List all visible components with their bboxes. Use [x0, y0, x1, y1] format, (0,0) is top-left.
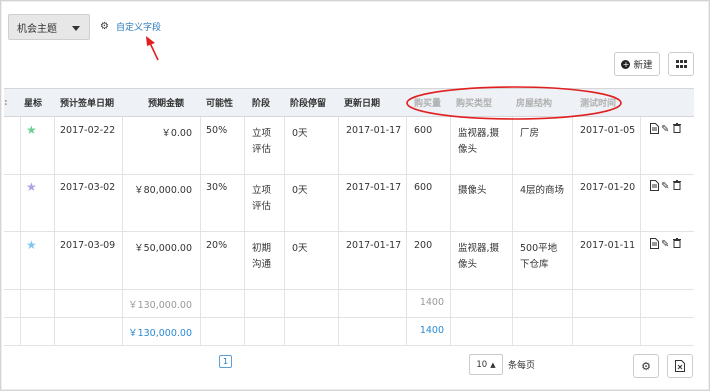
document-icon[interactable]: [650, 123, 659, 137]
purchase-qty-cell: 600: [414, 182, 433, 193]
amount-cell: ￥80,000.00: [134, 185, 192, 196]
export-button[interactable]: [667, 354, 693, 378]
purchase-type-cell-line1: 摄像头: [458, 185, 487, 196]
gear-icon: ⚙: [641, 359, 651, 373]
theme-dropdown-value: 机会主题: [17, 23, 57, 35]
probability-cell: 20%: [206, 240, 228, 251]
annotation-arrow-icon: [146, 36, 159, 61]
stage-cell-line2: 沟通: [252, 259, 272, 270]
amount-cell: ￥50,000.00: [134, 243, 192, 254]
amount-cell: ￥0.00: [161, 128, 192, 139]
per-page-label: 条每页: [508, 361, 536, 371]
updated-cell: 2017-01-17: [346, 125, 402, 136]
row-divider: [4, 231, 694, 232]
total-amount: ￥130,000.00: [128, 328, 192, 339]
header-probability[interactable]: 可能性: [206, 88, 242, 117]
purchase-type-cell-line1: 监视器,摄: [458, 243, 500, 254]
subtotal-amount: ￥130,000.00: [128, 300, 192, 311]
per-page-value: 10: [476, 359, 488, 370]
trash-icon[interactable]: [673, 238, 681, 251]
expected-date-cell: 2017-03-09: [60, 240, 116, 251]
stage-cell-line1: 初期: [252, 243, 272, 254]
purchase-type-cell-line2: 像头: [458, 144, 478, 155]
test-time-cell: 2017-01-20: [580, 182, 636, 193]
updated-cell: 2017-01-17: [346, 182, 402, 193]
trash-icon[interactable]: [673, 180, 681, 193]
opportunity-table: : 星标 预计签单日期 预期金额 可能性 阶段 阶段停留 更新日期 购买量 购买…: [4, 88, 694, 346]
purchase-qty-cell: 200: [414, 240, 433, 251]
document-icon[interactable]: [650, 180, 659, 194]
subtotal-purchase-qty: 1400: [419, 297, 444, 308]
building-cell-line1: 500平地: [520, 243, 558, 254]
probability-cell: 30%: [206, 182, 228, 193]
settings-button[interactable]: ⚙: [633, 354, 659, 378]
test-time-cell: 2017-01-11: [580, 240, 636, 251]
theme-dropdown[interactable]: 机会主题: [8, 14, 90, 40]
updated-cell: 2017-01-17: [346, 240, 402, 251]
edit-icon[interactable]: ✎: [661, 239, 669, 250]
columns-icon: [675, 60, 687, 68]
purchase-type-cell-line1: 监视器,摄: [458, 128, 500, 139]
plus-circle-icon: +: [621, 59, 631, 69]
purchase-type-cell-line2: 像头: [458, 259, 478, 270]
annotation-ellipse: [406, 86, 622, 120]
row-divider: [4, 174, 694, 175]
stage-stay-cell: 0天: [292, 185, 308, 196]
building-cell-line1: 4层的商场: [520, 185, 565, 196]
test-time-cell: 2017-01-05: [580, 125, 636, 136]
new-button[interactable]: + 新建: [614, 52, 660, 76]
header-expected-date[interactable]: 预计签单日期: [60, 88, 120, 117]
header-stage[interactable]: 阶段: [252, 88, 282, 117]
gear-icon: ⚙: [100, 21, 109, 32]
star-icon[interactable]: ★: [26, 238, 37, 252]
header-stage-stay[interactable]: 阶段停留: [290, 88, 340, 117]
per-page-select[interactable]: 10 ▲: [469, 354, 503, 375]
stage-cell-line2: 评估: [252, 201, 272, 212]
trash-icon[interactable]: [673, 123, 681, 136]
edit-icon[interactable]: ✎: [661, 181, 669, 192]
purchase-qty-cell: 600: [414, 125, 433, 136]
row-divider: [4, 345, 694, 346]
stage-cell-line1: 立项: [252, 128, 272, 139]
header-star[interactable]: 星标: [24, 88, 54, 117]
header-updated[interactable]: 更新日期: [344, 88, 404, 117]
export-excel-icon: [675, 360, 685, 372]
new-button-label: 新建: [633, 60, 653, 71]
star-icon[interactable]: ★: [26, 123, 37, 137]
expected-date-cell: 2017-02-22: [60, 125, 116, 136]
columns-button[interactable]: [668, 52, 694, 76]
page-number-button[interactable]: 1: [219, 355, 232, 368]
stage-stay-cell: 0天: [292, 128, 308, 139]
total-purchase-qty: 1400: [419, 325, 444, 336]
document-icon[interactable]: [650, 238, 659, 252]
probability-cell: 50%: [206, 125, 228, 136]
building-cell-line1: 厂房: [520, 128, 540, 139]
custom-field-label: 自定义字段: [115, 23, 161, 33]
edit-icon[interactable]: ✎: [661, 124, 669, 135]
stage-cell-line2: 评估: [252, 144, 272, 155]
row-divider: [4, 289, 694, 290]
header-scroll-marker: :: [4, 97, 8, 108]
expected-date-cell: 2017-03-02: [60, 182, 116, 193]
custom-field-link[interactable]: ⚙ 自定义字段: [100, 20, 161, 33]
stage-cell-line1: 立项: [252, 185, 272, 196]
caret-up-icon: ▲: [490, 360, 496, 369]
building-cell-line2: 下仓库: [520, 259, 549, 270]
header-amount[interactable]: 预期金额: [122, 88, 188, 117]
chevron-down-icon: [72, 26, 80, 31]
star-icon[interactable]: ★: [26, 180, 37, 194]
row-divider: [4, 317, 694, 318]
stage-stay-cell: 0天: [292, 243, 308, 254]
